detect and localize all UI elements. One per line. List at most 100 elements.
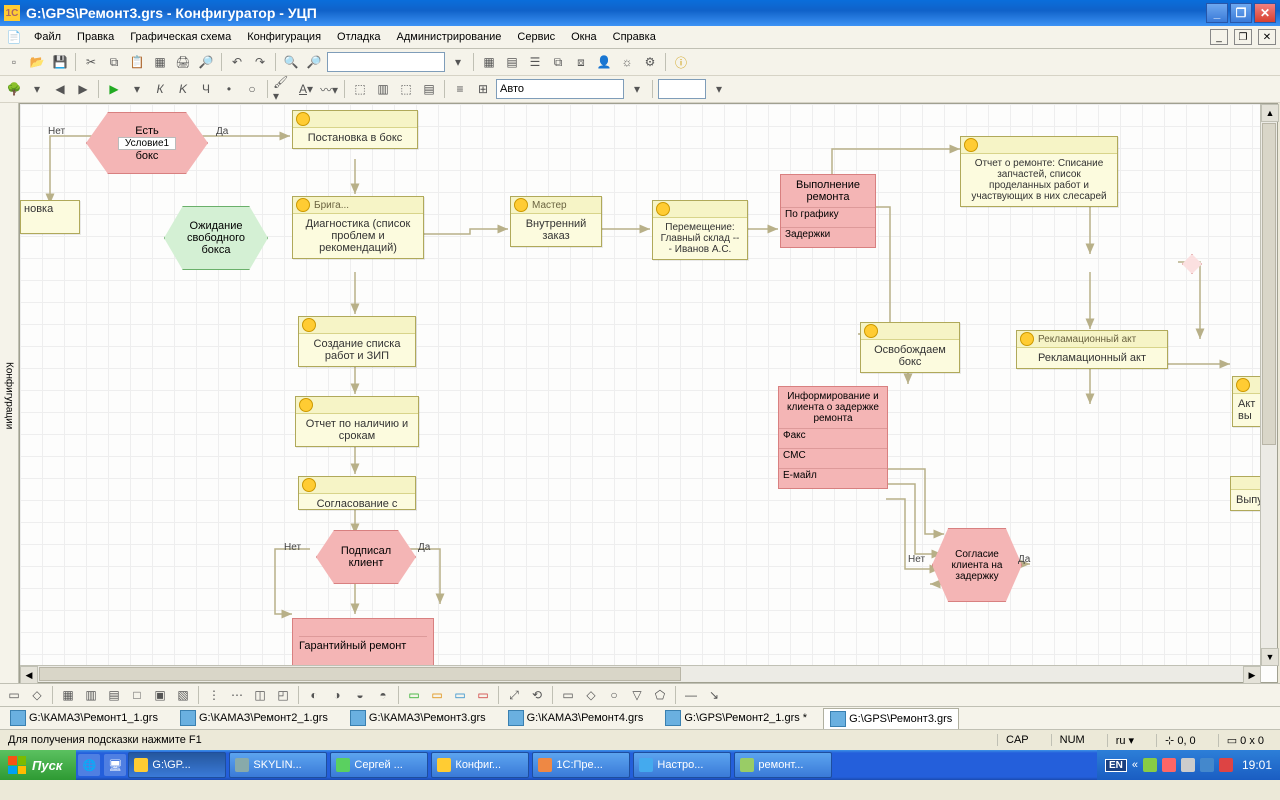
taskbar-button[interactable]: Конфиг... xyxy=(431,752,529,778)
node-report[interactable]: Отчет о ремонте: Списание запчастей, спи… xyxy=(960,136,1118,207)
people-icon[interactable]: 👤 xyxy=(594,52,614,72)
forward-icon[interactable]: ▶ xyxy=(73,79,93,99)
tool-icon[interactable]: ⧉ xyxy=(548,52,568,72)
tool-icon[interactable]: ◫ xyxy=(250,685,270,705)
decision-consent[interactable]: Согласие клиента на задержку xyxy=(932,528,1022,602)
doc-tab[interactable]: G:\КАМАЗ\Ремонт2_1.grs xyxy=(174,708,334,728)
node-stock-report[interactable]: Отчет по наличию и срокам xyxy=(295,396,419,447)
play-icon[interactable]: ▶ xyxy=(104,79,124,99)
open-icon[interactable]: 📂 xyxy=(27,52,47,72)
menu-file[interactable]: Файл xyxy=(28,29,67,45)
tray-icon[interactable] xyxy=(1181,758,1195,772)
node-exec[interactable]: Выполнение ремонта По графику Задержки xyxy=(780,174,876,248)
tool-icon[interactable]: ◰ xyxy=(273,685,293,705)
node-box-in[interactable]: Постановка в бокс xyxy=(292,110,418,149)
tool-icon[interactable]: ▭ xyxy=(404,685,424,705)
tool-icon[interactable]: ◓ xyxy=(373,685,393,705)
menu-windows[interactable]: Окна xyxy=(565,29,603,45)
app-menu-icon[interactable]: 📄 xyxy=(4,27,24,47)
tray-icon[interactable] xyxy=(1200,758,1214,772)
tray-expand-icon[interactable]: « xyxy=(1132,759,1138,771)
tool-icon[interactable]: ⬠ xyxy=(650,685,670,705)
misc-icon[interactable]: ⬚ xyxy=(396,79,416,99)
tool-icon[interactable]: ↘ xyxy=(704,685,724,705)
horizontal-scrollbar[interactable]: ◀ ▶ xyxy=(20,665,1261,682)
node-brigade[interactable]: Брига... Диагностика (список проблем и р… xyxy=(292,196,424,259)
doc-tab[interactable]: G:\КАМАЗ\Ремонт4.grs xyxy=(502,708,650,728)
tool-icon[interactable]: ⋮ xyxy=(204,685,224,705)
chevron-down-icon[interactable]: ▾ xyxy=(127,79,147,99)
tool-icon[interactable]: ▧ xyxy=(173,685,193,705)
tray-icon[interactable] xyxy=(1143,758,1157,772)
underline-icon[interactable]: K xyxy=(173,79,193,99)
tray-icon[interactable] xyxy=(1219,758,1233,772)
node-akt-vy[interactable]: Акт вы xyxy=(1232,376,1261,427)
side-panel-tab[interactable]: Конфигурации xyxy=(0,103,19,683)
zoom-icon[interactable]: 🔎 xyxy=(304,52,324,72)
tool-icon[interactable]: ⋯ xyxy=(227,685,247,705)
tool-icon[interactable]: ⤢ xyxy=(504,685,524,705)
decision-client-signed[interactable]: Подписал клиент xyxy=(316,530,416,584)
mdi-minimize-button[interactable]: _ xyxy=(1210,29,1228,45)
node-release[interactable]: Выпуск xyxy=(1230,476,1261,511)
auto-field[interactable] xyxy=(496,79,624,99)
menu-service[interactable]: Сервис xyxy=(511,29,561,45)
cut-icon[interactable]: ✂ xyxy=(81,52,101,72)
tool-icon[interactable]: ⧈ xyxy=(571,52,591,72)
quicklaunch-icon[interactable]: 🌐 xyxy=(78,754,100,776)
tool-icon[interactable]: ◇ xyxy=(27,685,47,705)
node-warranty[interactable]: Гарантийный ремонт xyxy=(292,618,434,666)
tool-icon[interactable]: ○ xyxy=(604,685,624,705)
help-icon[interactable]: ⓘ xyxy=(671,52,691,72)
taskbar-button[interactable]: G:\GP... xyxy=(128,752,226,778)
redo-icon[interactable]: ↷ xyxy=(250,52,270,72)
dropdown-icon[interactable]: ▾ xyxy=(448,52,468,72)
menu-debug[interactable]: Отладка xyxy=(331,29,386,45)
dot-icon[interactable]: ○ xyxy=(242,79,262,99)
quicklaunch-icon[interactable]: 🖥 xyxy=(104,754,126,776)
tool-icon[interactable]: ▭ xyxy=(473,685,493,705)
tool-icon[interactable]: ▭ xyxy=(427,685,447,705)
chevron-down-icon[interactable]: ▾ xyxy=(27,79,47,99)
node-inform[interactable]: Информирование и клиента о задержке ремо… xyxy=(778,386,888,489)
save-icon[interactable]: 💾 xyxy=(50,52,70,72)
tool-icon[interactable]: ▭ xyxy=(558,685,578,705)
tray-icon[interactable] xyxy=(1162,758,1176,772)
misc-icon[interactable]: ▤ xyxy=(419,79,439,99)
align-icon[interactable]: ≡ xyxy=(450,79,470,99)
node-create-list[interactable]: Создание списка работ и ЗИП xyxy=(298,316,416,367)
tool-icon[interactable]: □ xyxy=(127,685,147,705)
node-master[interactable]: Мастер Внутренний заказ xyxy=(510,196,602,247)
tool-icon[interactable]: ▣ xyxy=(150,685,170,705)
tool-icon[interactable]: ▽ xyxy=(627,685,647,705)
find-icon[interactable]: 🔍 xyxy=(281,52,301,72)
taskbar-button[interactable]: SKYLIN... xyxy=(229,752,327,778)
start-button[interactable]: Пуск xyxy=(0,750,76,780)
taskbar-button[interactable]: 1С:Пре... xyxy=(532,752,630,778)
chevron-down-icon[interactable]: ▾ xyxy=(627,79,647,99)
menu-edit[interactable]: Правка xyxy=(71,29,120,45)
maximize-button[interactable]: ❐ xyxy=(1230,3,1252,23)
search-input[interactable] xyxy=(327,52,445,72)
node-rekl-act[interactable]: Рекламационный акт Рекламационный акт xyxy=(1016,330,1168,369)
vertical-scrollbar[interactable]: ▲ ▼ xyxy=(1260,104,1277,666)
node-agree[interactable]: Согласование с клиентом xyxy=(298,476,416,510)
line-color-icon[interactable]: 〰▾ xyxy=(319,79,339,99)
taskbar-button[interactable]: ремонт... xyxy=(734,752,832,778)
condition-field[interactable]: Условие1 xyxy=(118,137,176,150)
menu-graphic[interactable]: Графическая схема xyxy=(124,29,237,45)
taskbar-button[interactable]: Настро... xyxy=(633,752,731,778)
new-icon[interactable]: ▫ xyxy=(4,52,24,72)
tool-icon[interactable]: ▭ xyxy=(4,685,24,705)
tree-icon[interactable]: 🌳 xyxy=(4,79,24,99)
tray-lang[interactable]: EN xyxy=(1105,759,1127,772)
tool-icon[interactable]: ⟲ xyxy=(527,685,547,705)
tool-icon[interactable]: ▦ xyxy=(58,685,78,705)
mdi-close-button[interactable]: ✕ xyxy=(1258,29,1276,45)
text-color-icon[interactable]: A▾ xyxy=(296,79,316,99)
wait-free-box[interactable]: Ожидание свободного бокса xyxy=(164,206,268,270)
node-move[interactable]: Перемещение: Главный склад -- - Иванов А… xyxy=(652,200,748,260)
copy-icon[interactable]: ⧉ xyxy=(104,52,124,72)
menu-config[interactable]: Конфигурация xyxy=(241,29,327,45)
undo-icon[interactable]: ↶ xyxy=(227,52,247,72)
